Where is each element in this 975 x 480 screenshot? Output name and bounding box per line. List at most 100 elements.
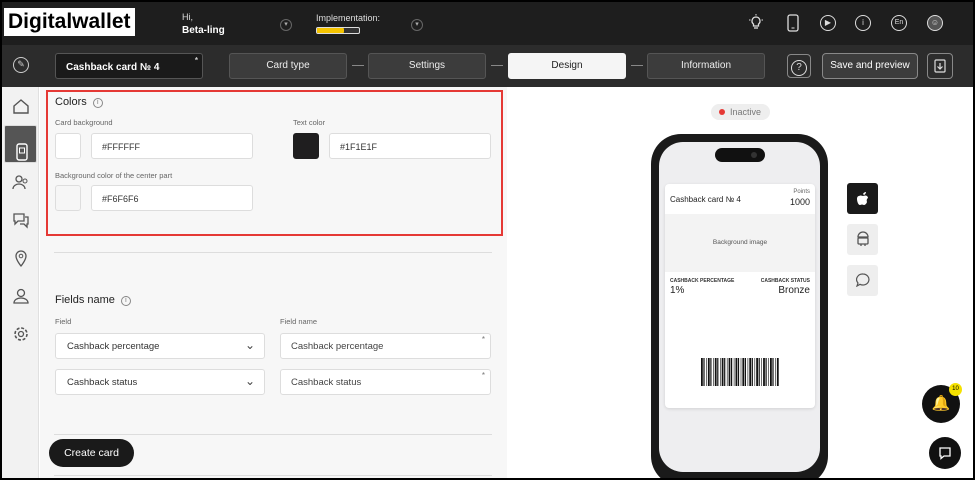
barcode-bar xyxy=(776,358,779,386)
text-color-input[interactable]: #1F1E1F xyxy=(329,133,491,159)
phone-mockup: Cashback card № 4 Points 1000 Background… xyxy=(651,134,828,478)
required-marker: * xyxy=(481,371,485,380)
barcode-bar xyxy=(735,358,738,386)
field-name-column-label: Field name xyxy=(280,317,318,326)
field-name-input-1[interactable]: Cashback percentage * xyxy=(280,333,491,359)
barcode-bar xyxy=(710,358,712,386)
users-icon[interactable] xyxy=(12,173,30,191)
barcode-bar xyxy=(737,358,740,386)
field-name-input-2[interactable]: Cashback status * xyxy=(280,369,491,395)
barcode-bar xyxy=(758,358,760,386)
status-dot xyxy=(719,109,725,115)
step-design[interactable]: Design xyxy=(508,53,626,79)
colors-info-icon[interactable]: i xyxy=(92,98,103,108)
section-divider xyxy=(54,475,492,476)
location-icon[interactable] xyxy=(12,249,30,268)
barcode-bar xyxy=(717,358,719,386)
settings-icon[interactable] xyxy=(12,325,30,343)
logo: Digitalwallet xyxy=(4,8,135,36)
colors-section-title: Colors i xyxy=(55,96,103,108)
pass-card-title: Cashback card № 4 xyxy=(670,195,741,204)
phone-icon[interactable] xyxy=(787,14,799,32)
field-select-2[interactable]: Cashback status ⌄ xyxy=(55,369,265,395)
barcode-bar xyxy=(761,358,762,386)
language-icon[interactable]: En xyxy=(891,15,907,31)
card-name-value: Cashback card № 4 xyxy=(66,62,160,73)
colors-section-highlight xyxy=(46,90,503,236)
help-button[interactable]: ? xyxy=(787,54,811,78)
sidebar xyxy=(2,87,39,478)
app-window: Digitalwallet Hi, Beta-ling ▾ Implementa… xyxy=(0,0,975,480)
center-background-swatch[interactable] xyxy=(55,185,81,211)
user-settings-icon[interactable] xyxy=(12,287,30,305)
barcode-bar xyxy=(703,358,705,386)
barcode-bar xyxy=(772,358,774,386)
pass-background-image: Background image xyxy=(665,214,815,272)
support-chat-button[interactable] xyxy=(929,437,961,469)
bulb-icon[interactable] xyxy=(748,14,764,32)
barcode-bar xyxy=(747,358,749,386)
barcode-bar xyxy=(731,358,733,386)
card-background-input[interactable]: #FFFFFF xyxy=(91,133,253,159)
notification-count-badge: 10 xyxy=(949,383,962,396)
center-background-input[interactable]: #F6F6F6 xyxy=(91,185,253,211)
barcode-bar xyxy=(754,358,756,386)
implementation-chevron-icon[interactable]: ▾ xyxy=(411,19,423,31)
status-badge: Inactive xyxy=(711,104,771,120)
step-card-type[interactable]: Card type xyxy=(229,53,347,79)
required-marker: * xyxy=(194,56,198,65)
avatar-icon[interactable]: ☺ xyxy=(927,15,943,31)
barcode-bar xyxy=(768,358,769,386)
text-color-swatch[interactable] xyxy=(293,133,319,159)
edit-pencil-icon[interactable]: ✎ xyxy=(13,57,29,73)
card-icon[interactable] xyxy=(4,125,37,163)
user-greeting: Hi, Beta-ling xyxy=(182,12,225,36)
field-column-label: Field xyxy=(55,317,72,326)
card-name-field[interactable]: Cashback card № 4 * xyxy=(55,53,203,79)
save-and-preview-button[interactable]: Save and preview xyxy=(822,53,918,79)
card-preview-panel: Inactive Cashback card № 4 Points 1000 B… xyxy=(507,87,973,478)
design-form: Colors i Card background #FFFFFF Text col… xyxy=(40,87,507,478)
section-divider xyxy=(54,434,492,435)
barcode-bar xyxy=(720,358,721,386)
pass-field2-value: Bronze xyxy=(778,285,810,296)
text-color-label: Text color xyxy=(293,118,326,127)
implementation-progress-fill xyxy=(317,28,345,33)
apple-icon[interactable] xyxy=(847,183,878,214)
step-divider xyxy=(491,65,503,66)
section-divider xyxy=(54,252,492,253)
step-settings[interactable]: Settings xyxy=(368,53,486,79)
barcode-bar xyxy=(775,358,776,386)
user-menu-chevron-icon[interactable]: ▾ xyxy=(280,19,292,31)
barcode-bar xyxy=(726,358,728,386)
field-select-1[interactable]: Cashback percentage ⌄ xyxy=(55,333,265,359)
fields-section-title: Fields name i xyxy=(55,294,131,306)
bell-icon: 🔔 xyxy=(931,395,951,412)
wallet-pass: Cashback card № 4 Points 1000 Background… xyxy=(665,184,815,408)
create-card-button[interactable]: Create card xyxy=(49,439,134,467)
home-icon[interactable] xyxy=(12,97,30,115)
barcode-bar xyxy=(740,358,742,386)
phone-screen: Cashback card № 4 Points 1000 Background… xyxy=(659,142,820,472)
barcode-bar xyxy=(728,358,731,386)
barcode-bar xyxy=(751,358,753,386)
messages-icon[interactable] xyxy=(12,211,30,229)
fields-title-text: Fields name xyxy=(55,294,115,306)
info-icon[interactable]: i xyxy=(855,15,871,31)
barcode-bar xyxy=(763,358,765,386)
greeting-text: Hi, xyxy=(182,12,193,22)
barcode-bar xyxy=(724,358,726,386)
card-background-swatch[interactable] xyxy=(55,133,81,159)
notifications-button[interactable]: 🔔 10 xyxy=(922,383,962,423)
step-divider xyxy=(631,65,643,66)
chat-bubble-icon[interactable] xyxy=(847,265,878,296)
phone-dynamic-island xyxy=(715,148,765,162)
step-divider xyxy=(352,65,364,66)
fields-info-icon[interactable]: i xyxy=(120,296,131,306)
step-information[interactable]: Information xyxy=(647,53,765,79)
download-button[interactable] xyxy=(927,53,953,79)
barcode-bar xyxy=(744,358,746,386)
android-icon[interactable] xyxy=(847,224,878,255)
play-icon[interactable]: ▶ xyxy=(820,15,836,31)
pass-field1-value: 1% xyxy=(670,285,685,296)
